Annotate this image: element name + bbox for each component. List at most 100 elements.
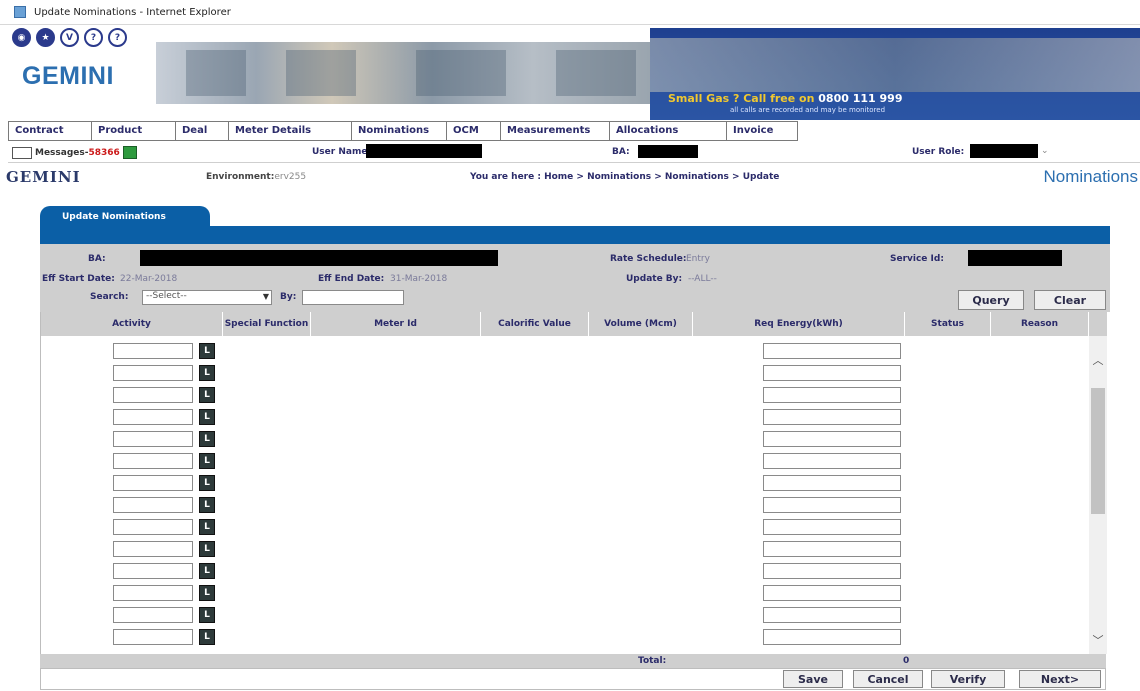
table-row: L [41, 450, 1081, 472]
star-circle-icon[interactable]: ★ [36, 28, 55, 47]
lookup-button[interactable]: L [199, 453, 215, 469]
lookup-button[interactable]: L [199, 475, 215, 491]
scroll-down-icon[interactable]: ﹀ [1091, 632, 1105, 647]
activity-input[interactable] [113, 563, 193, 579]
lookup-button[interactable]: L [199, 343, 215, 359]
menu-product[interactable]: Product [91, 121, 176, 141]
activity-input[interactable] [113, 387, 193, 403]
query-button[interactable]: Query [958, 290, 1024, 310]
total-label: Total: [638, 656, 667, 666]
lookup-button[interactable]: L [199, 431, 215, 447]
req-energy-input[interactable] [763, 475, 901, 491]
req-energy-input[interactable] [763, 629, 901, 645]
by-input[interactable] [302, 290, 404, 305]
menu-ocm[interactable]: OCM [446, 121, 501, 141]
user-role-select[interactable] [970, 144, 1038, 158]
menu-deal[interactable]: Deal [175, 121, 229, 141]
req-energy-input[interactable] [763, 585, 901, 601]
req-energy-input[interactable] [763, 431, 901, 447]
req-energy-input[interactable] [763, 409, 901, 425]
table-row: L [41, 582, 1081, 604]
table-row: L [41, 472, 1081, 494]
col-volume: Volume (Mcm) [589, 312, 693, 336]
menu-measurements[interactable]: Measurements [500, 121, 610, 141]
menu-invoice[interactable]: Invoice [726, 121, 798, 141]
rate-schedule-label: Rate Schedule: [610, 254, 687, 264]
col-meter-id: Meter Id [311, 312, 481, 336]
scroll-thumb[interactable] [1091, 388, 1105, 514]
main-menu: Contract Product Deal Meter Details Nomi… [8, 121, 798, 141]
breadcrumb: You are here : Home > Nominations > Nomi… [470, 172, 780, 182]
clear-button[interactable]: Clear [1034, 290, 1106, 310]
user-role-label: User Role: [912, 147, 965, 157]
next-button[interactable]: Next> [1019, 670, 1101, 688]
scroll-up-icon[interactable]: ︿ [1091, 352, 1105, 367]
lookup-button[interactable]: L [199, 607, 215, 623]
col-status: Status [905, 312, 991, 336]
path-bar: GEMINI Environment:erv255 You are here :… [0, 166, 1140, 188]
req-energy-input[interactable] [763, 497, 901, 513]
menu-contract[interactable]: Contract [8, 121, 92, 141]
activity-input[interactable] [113, 453, 193, 469]
window-title: Update Nominations - Internet Explorer [34, 6, 231, 18]
update-by-value[interactable]: --ALL-- [688, 274, 717, 284]
col-activity: Activity [41, 312, 223, 336]
user-info-bar: Messages- 58366 User Name: BA: User Role:… [8, 143, 1140, 163]
activity-input[interactable] [113, 497, 193, 513]
search-select[interactable]: --Select-- ▼ [142, 290, 272, 305]
table-row: L [41, 340, 1081, 362]
table-row: L [41, 560, 1081, 582]
grid-header: Activity Special Function Meter Id Calor… [41, 312, 1107, 336]
req-energy-input[interactable] [763, 541, 901, 557]
lookup-button[interactable]: L [199, 387, 215, 403]
col-reason: Reason [991, 312, 1089, 336]
req-energy-input[interactable] [763, 519, 901, 535]
save-button[interactable]: Save [783, 670, 843, 688]
menu-nominations[interactable]: Nominations [351, 121, 447, 141]
activity-input[interactable] [113, 585, 193, 601]
lookup-button[interactable]: L [199, 497, 215, 513]
chevron-down-icon[interactable]: ⌄ [1041, 146, 1049, 156]
v-circle-icon[interactable]: V [60, 28, 79, 47]
messages[interactable]: Messages- 58366 [12, 146, 137, 159]
activity-input[interactable] [113, 519, 193, 535]
lookup-button[interactable]: L [199, 519, 215, 535]
req-energy-input[interactable] [763, 365, 901, 381]
req-energy-input[interactable] [763, 343, 901, 359]
menu-meter-details[interactable]: Meter Details [228, 121, 352, 141]
verify-button[interactable]: Verify [931, 670, 1005, 688]
cancel-button[interactable]: Cancel [853, 670, 923, 688]
question-circle-icon-1[interactable]: ? [84, 28, 103, 47]
req-energy-input[interactable] [763, 453, 901, 469]
req-energy-input[interactable] [763, 387, 901, 403]
table-row: L [41, 428, 1081, 450]
activity-input[interactable] [113, 409, 193, 425]
lookup-button[interactable]: L [199, 585, 215, 601]
banner: ◉ ★ V ? ? GEMINI Small Gas ? Call free o… [8, 28, 1140, 120]
environment: Environment:erv255 [206, 172, 307, 182]
activity-input[interactable] [113, 607, 193, 623]
lookup-button[interactable]: L [199, 541, 215, 557]
activity-input[interactable] [113, 343, 193, 359]
activity-input[interactable] [113, 629, 193, 645]
req-energy-input[interactable] [763, 563, 901, 579]
table-row: L [41, 384, 1081, 406]
activity-input[interactable] [113, 541, 193, 557]
question-circle-icon-2[interactable]: ? [108, 28, 127, 47]
lookup-button[interactable]: L [199, 365, 215, 381]
lookup-button[interactable]: L [199, 629, 215, 645]
user-name-redacted [366, 144, 482, 158]
grid-scrollbar[interactable]: ︿ ﹀ [1089, 336, 1107, 654]
help-circle-icon-1[interactable]: ◉ [12, 28, 31, 47]
refresh-icon[interactable] [122, 146, 137, 159]
lookup-button[interactable]: L [199, 409, 215, 425]
activity-input[interactable] [113, 365, 193, 381]
menu-allocations[interactable]: Allocations [609, 121, 727, 141]
lookup-button[interactable]: L [199, 563, 215, 579]
req-energy-input[interactable] [763, 607, 901, 623]
activity-input[interactable] [113, 431, 193, 447]
col-req-energy: Req Energy(kWh) [693, 312, 905, 336]
ba-redacted [638, 145, 698, 158]
activity-input[interactable] [113, 475, 193, 491]
messages-label: Messages- [35, 147, 89, 158]
